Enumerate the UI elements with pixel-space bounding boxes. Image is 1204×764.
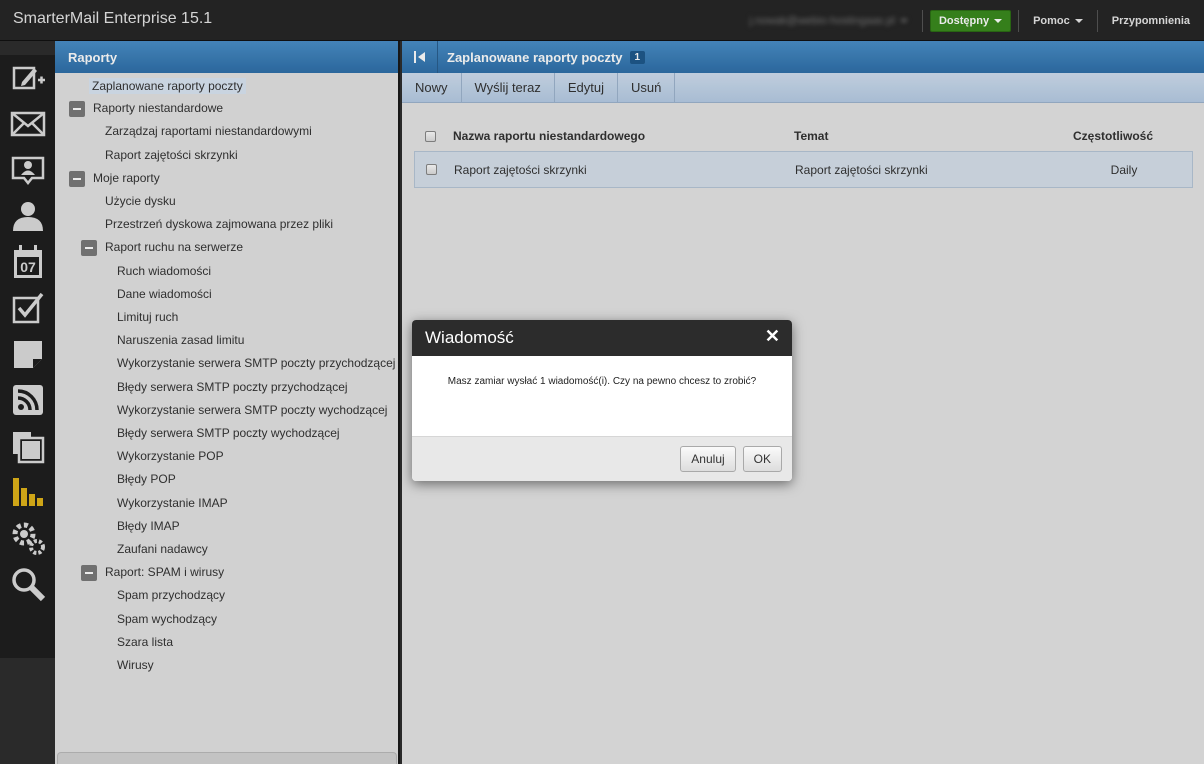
dialog-title: Wiadomość [425,328,514,347]
dialog-message: Masz zamiar wysłać 1 wiadomość(i). Czy n… [447,376,757,387]
dialog-header: Wiadomość ✕ [412,320,792,356]
confirm-dialog: Wiadomość ✕ Masz zamiar wysłać 1 wiadomo… [412,320,792,481]
close-icon[interactable]: ✕ [765,326,780,347]
cancel-button[interactable]: Anuluj [680,446,736,472]
ok-button[interactable]: OK [742,446,782,472]
dialog-footer: Anuluj OK [412,436,792,481]
